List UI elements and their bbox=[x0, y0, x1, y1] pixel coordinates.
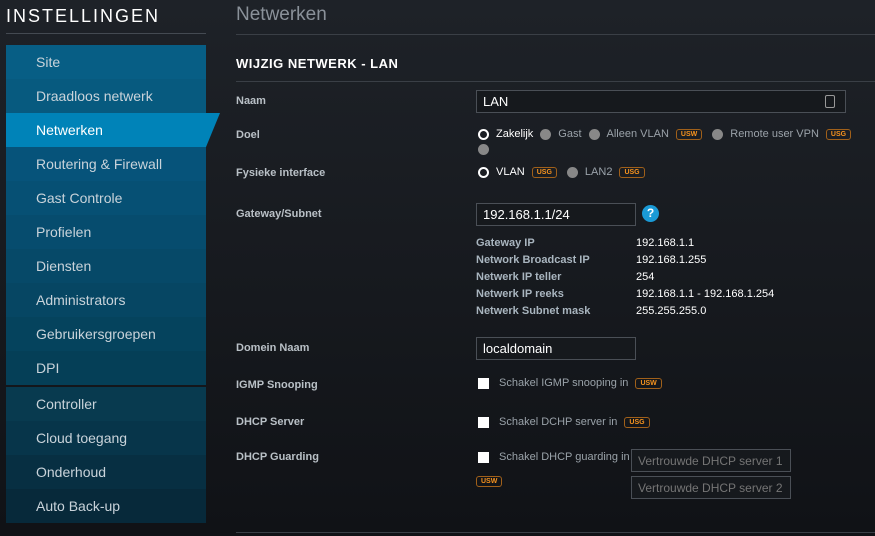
guard-row: Schakel DHCP guarding in bbox=[478, 451, 637, 463]
option-label: VLAN bbox=[496, 166, 525, 178]
sidebar-item-routering-firewall[interactable]: Routering & Firewall bbox=[6, 147, 206, 181]
contact-card-icon bbox=[825, 95, 835, 108]
igmp-checkbox[interactable] bbox=[478, 377, 489, 389]
igmp-label: IGMP Snooping bbox=[236, 379, 318, 391]
sidebar-item-gebruikersgroepen[interactable]: Gebruikersgroepen bbox=[6, 317, 206, 351]
guard-checkbox[interactable] bbox=[478, 451, 489, 463]
divider bbox=[6, 33, 206, 34]
radio-zakelijk[interactable] bbox=[478, 128, 489, 140]
checkbox-label: Schakel DHCP guarding in bbox=[499, 451, 630, 463]
sidebar-item-profielen[interactable]: Profielen bbox=[6, 215, 206, 249]
checkbox-label: Schakel DCHP server in bbox=[499, 416, 618, 428]
radio-remote-vpn[interactable] bbox=[712, 128, 724, 140]
dhcp-server-2-input[interactable] bbox=[631, 476, 791, 499]
help-icon[interactable]: ? bbox=[642, 205, 659, 222]
dhcp-label: DHCP Server bbox=[236, 416, 305, 428]
option-label: Zakelijk bbox=[496, 128, 534, 140]
dhcp-checkbox[interactable] bbox=[478, 416, 489, 428]
info-key: Netwerk IP reeks bbox=[476, 288, 564, 300]
option-label: Remote user VPN bbox=[730, 128, 819, 140]
usg-badge: USG bbox=[825, 128, 852, 140]
radio-alleen-vlan[interactable] bbox=[588, 128, 600, 140]
usg-badge: USG bbox=[624, 416, 650, 428]
option-label: Gast bbox=[558, 128, 582, 140]
naam-value: LAN bbox=[483, 94, 509, 109]
domein-label: Domein Naam bbox=[236, 342, 310, 354]
domein-input[interactable]: localdomain bbox=[476, 337, 636, 360]
sidebar-item-netwerken[interactable]: Netwerken bbox=[6, 113, 220, 147]
info-key: Netwerk Subnet mask bbox=[476, 305, 591, 317]
radio-gast[interactable] bbox=[540, 128, 552, 140]
info-key: Netwerk IP teller bbox=[476, 271, 562, 283]
sidebar-item-onderhoud[interactable]: Onderhoud bbox=[6, 455, 206, 489]
sidebar-title: INSTELLINGEN bbox=[6, 6, 161, 26]
usw-badge: USW bbox=[476, 476, 503, 487]
naam-input[interactable]: LAN bbox=[476, 90, 846, 113]
sidebar-item-draadloos-netwerk[interactable]: Draadloos netwerk bbox=[6, 79, 206, 113]
info-value: 192.168.1.255 bbox=[636, 254, 707, 266]
info-value: 192.168.1.1 bbox=[636, 237, 695, 249]
sidebar-item-auto-back-up[interactable]: Auto Back-up bbox=[6, 489, 206, 523]
radio-more[interactable] bbox=[478, 144, 489, 155]
radio-vlan[interactable] bbox=[478, 166, 489, 178]
info-value: 192.168.1.1 - 192.168.1.254 bbox=[636, 288, 775, 300]
divider bbox=[236, 34, 875, 35]
gateway-input[interactable]: 192.168.1.1/24 bbox=[476, 203, 636, 226]
interface-radio-group: VLAN USG LAN2 USG bbox=[478, 166, 655, 178]
sidebar-item-site[interactable]: Site bbox=[6, 45, 206, 79]
usg-badge: USG bbox=[619, 166, 645, 178]
sidebar-item-cloud-toegang[interactable]: Cloud toegang bbox=[6, 421, 206, 455]
naam-label: Naam bbox=[236, 95, 266, 107]
sidebar-nav: Site Draadloos netwerk Netwerken Routering … bbox=[6, 45, 220, 385]
sidebar-item-dpi[interactable]: DPI bbox=[6, 351, 206, 385]
gateway-label: Gateway/Subnet bbox=[236, 208, 322, 220]
sidebar-item-gast-controle[interactable]: Gast Controle bbox=[6, 181, 206, 215]
info-key: Gateway IP bbox=[476, 237, 535, 249]
info-value: 255.255.255.0 bbox=[636, 305, 707, 317]
usw-badge: USW bbox=[635, 377, 662, 389]
checkbox-label: Schakel IGMP snooping in bbox=[499, 377, 629, 389]
doel-label: Doel bbox=[236, 129, 260, 141]
usw-badge: USW bbox=[675, 128, 703, 140]
sidebar-item-administrators[interactable]: Administrators bbox=[6, 283, 206, 317]
option-label: Alleen VLAN bbox=[606, 128, 669, 140]
doel-radio-group: Zakelijk Gast Alleen VLAN USW Remote user… bbox=[478, 128, 873, 155]
radio-lan2[interactable] bbox=[566, 166, 578, 178]
igmp-row: Schakel IGMP snooping in USW bbox=[478, 377, 672, 389]
sidebar-item-controller[interactable]: Controller bbox=[6, 387, 206, 421]
dhcp-row: Schakel DCHP server in USG bbox=[478, 416, 660, 428]
guard-label: DHCP Guarding bbox=[236, 451, 319, 463]
option-label: LAN2 bbox=[584, 166, 613, 178]
divider bbox=[236, 532, 875, 533]
dhcp-server-1-input[interactable] bbox=[631, 449, 791, 472]
info-value: 254 bbox=[636, 271, 655, 283]
sidebar-item-diensten[interactable]: Diensten bbox=[6, 249, 206, 283]
section-title: WIJZIG NETWERK - LAN bbox=[236, 56, 399, 71]
divider bbox=[236, 81, 875, 82]
interface-label: Fysieke interface bbox=[236, 167, 326, 179]
info-key: Network Broadcast IP bbox=[476, 254, 590, 266]
usg-badge: USG bbox=[531, 166, 557, 178]
sidebar-nav-system: Controller Cloud toegang Onderhoud Auto Bac… bbox=[6, 387, 206, 523]
page-title: Netwerken bbox=[236, 4, 327, 25]
